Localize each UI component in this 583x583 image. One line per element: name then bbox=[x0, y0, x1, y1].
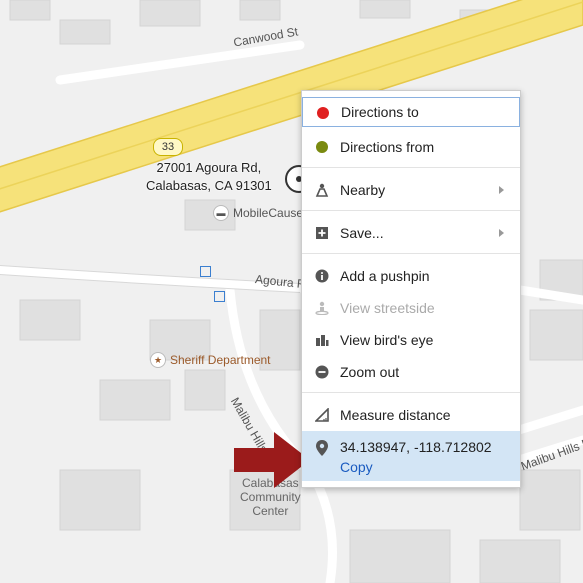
menu-item-zoom-out[interactable]: Zoom out bbox=[302, 357, 520, 387]
view-birds-eye-label: View bird's eye bbox=[340, 332, 434, 348]
sheriff-icon: ★ bbox=[150, 352, 166, 368]
directions-from-label: Directions from bbox=[340, 139, 435, 155]
info-icon bbox=[315, 269, 329, 283]
address-line2: Calabasas, CA 91301 bbox=[146, 178, 272, 193]
coordinates-text: 34.138947, -118.712802 bbox=[340, 439, 492, 455]
menu-item-directions-from[interactable]: Directions from bbox=[302, 132, 520, 162]
ruler-icon bbox=[315, 408, 329, 422]
menu-divider bbox=[302, 253, 520, 254]
route-shield: 33 bbox=[153, 138, 183, 156]
menu-divider bbox=[302, 167, 520, 168]
map-pin-icon bbox=[316, 440, 328, 456]
office-icon: ▬ bbox=[213, 205, 229, 221]
menu-item-coordinates: 34.138947, -118.712802 Copy bbox=[302, 431, 520, 481]
poi-sheriff-label: Sheriff Department bbox=[170, 353, 271, 367]
directions-to-label: Directions to bbox=[341, 104, 419, 120]
menu-divider bbox=[302, 210, 520, 211]
zoom-out-icon bbox=[315, 365, 329, 379]
chevron-right-icon bbox=[499, 229, 504, 237]
context-menu: Directions to Directions from Nearby Sav… bbox=[301, 90, 521, 488]
address-label: 27001 Agoura Rd, Calabasas, CA 91301 bbox=[146, 159, 272, 195]
community-line2: Community bbox=[240, 490, 301, 504]
streetside-icon bbox=[315, 301, 329, 315]
save-label: Save... bbox=[340, 225, 384, 241]
copy-link[interactable]: Copy bbox=[340, 459, 373, 475]
menu-item-view-birds-eye[interactable]: View bird's eye bbox=[302, 325, 520, 355]
community-line3: Center bbox=[252, 504, 289, 518]
menu-divider bbox=[302, 392, 520, 393]
poi-mobilecause[interactable]: ▬ MobileCause bbox=[213, 205, 303, 221]
zoom-out-label: Zoom out bbox=[340, 364, 400, 380]
address-line1: 27001 Agoura Rd, bbox=[156, 160, 262, 175]
menu-item-view-streetside[interactable]: View streetside bbox=[302, 293, 520, 323]
add-pushpin-label: Add a pushpin bbox=[340, 268, 430, 284]
chevron-right-icon bbox=[499, 186, 504, 194]
birds-eye-icon bbox=[316, 335, 329, 346]
poi-sheriff[interactable]: ★ Sheriff Department bbox=[150, 352, 271, 368]
menu-item-save[interactable]: Save... bbox=[302, 218, 520, 248]
nearby-label: Nearby bbox=[340, 182, 386, 198]
view-streetside-label: View streetside bbox=[340, 300, 435, 316]
save-plus-icon bbox=[316, 227, 328, 239]
menu-item-nearby[interactable]: Nearby bbox=[302, 175, 520, 205]
transit-icon[interactable] bbox=[200, 266, 211, 277]
red-dot-icon bbox=[317, 107, 329, 119]
menu-item-directions-to[interactable]: Directions to bbox=[302, 97, 520, 127]
nearby-icon bbox=[315, 183, 329, 197]
menu-item-measure-distance[interactable]: Measure distance bbox=[302, 400, 520, 430]
measure-distance-label: Measure distance bbox=[340, 407, 451, 423]
green-dot-icon bbox=[316, 141, 328, 153]
menu-item-add-pushpin[interactable]: Add a pushpin bbox=[302, 261, 520, 291]
transit-icon-2[interactable] bbox=[214, 291, 225, 302]
poi-mobilecause-label: MobileCause bbox=[233, 206, 304, 220]
